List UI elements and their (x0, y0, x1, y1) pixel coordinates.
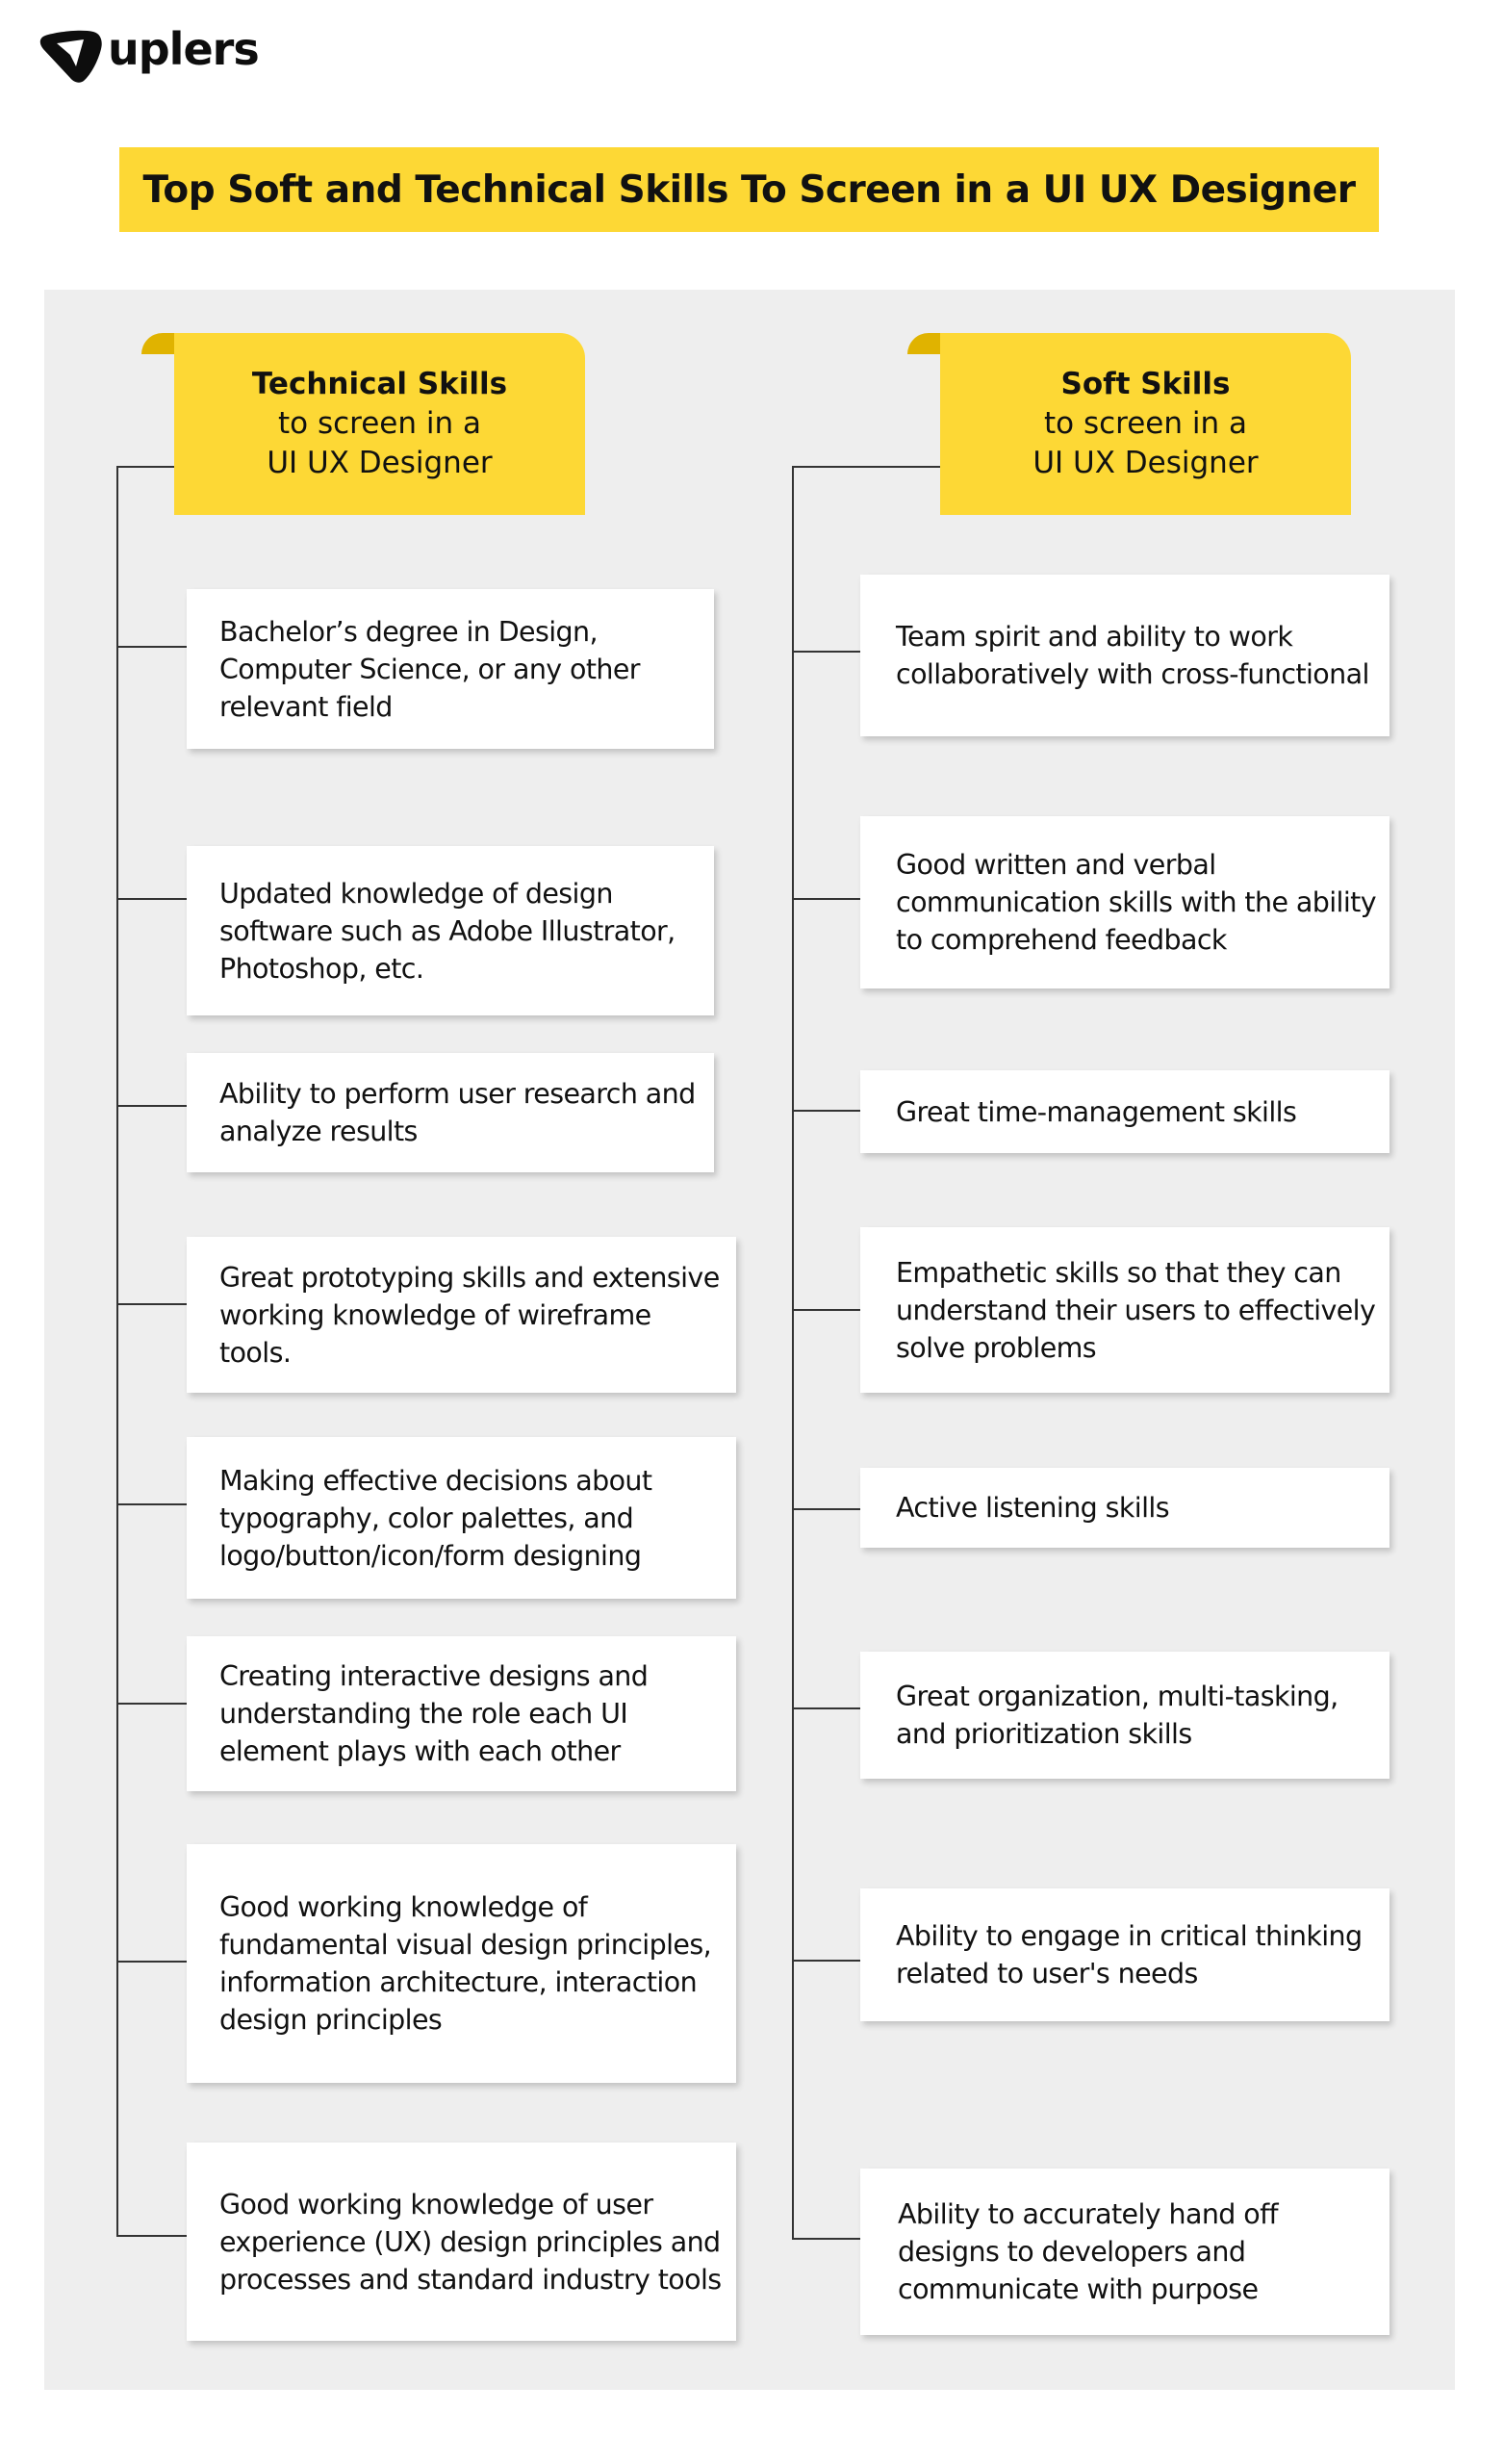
soft-skill-card: Great time-management skills (860, 1070, 1389, 1153)
technical-connector (116, 646, 187, 648)
technical-skill-card: Creating interactive designs and underst… (187, 1636, 736, 1791)
soft-skill-card: Active listening skills (860, 1468, 1389, 1548)
soft-connector (792, 1508, 860, 1510)
soft-tree-trunk (792, 466, 794, 2239)
technical-skill-card: Ability to perform user research and ana… (187, 1053, 714, 1172)
soft-skill-card: Ability to engage in critical thinking r… (860, 1888, 1389, 2021)
soft-heading-line3: UI UX Designer (1032, 446, 1259, 480)
uplers-logo-icon (39, 30, 102, 83)
technical-skills-header: Technical Skills to screen in a UI UX De… (174, 333, 585, 515)
technical-skill-card: Good working knowledge of user experienc… (187, 2143, 736, 2341)
technical-connector (116, 2235, 187, 2237)
technical-skill-card: Bachelor’s degree in Design, Computer Sc… (187, 589, 714, 749)
technical-connector (116, 1303, 187, 1305)
soft-heading-line2: to screen in a (1044, 406, 1247, 441)
technical-heading-bold: Technical Skills (251, 367, 508, 401)
technical-heading-line2: to screen in a (278, 406, 481, 441)
technical-skill-card: Good working knowledge of fundamental vi… (187, 1844, 736, 2083)
soft-skill-card: Empathetic skills so that they can under… (860, 1227, 1389, 1393)
technical-connector (116, 1703, 187, 1705)
soft-skill-card: Team spirit and ability to work collabor… (860, 575, 1389, 736)
technical-skill-card: Great prototyping skills and extensive w… (187, 1237, 736, 1393)
soft-header-connector (792, 466, 940, 468)
soft-connector (792, 1707, 860, 1709)
technical-tree-trunk (116, 466, 118, 2237)
soft-connector (792, 1309, 860, 1311)
soft-connector (792, 1110, 860, 1112)
technical-header-connector (116, 466, 174, 468)
soft-connector (792, 898, 860, 900)
soft-skill-card: Great organization, multi-tasking, and p… (860, 1652, 1389, 1779)
title-banner: Top Soft and Technical Skills To Screen … (119, 147, 1379, 232)
soft-connector (792, 2238, 860, 2240)
soft-skills-header: Soft Skills to screen in a UI UX Designe… (940, 333, 1351, 515)
technical-connector (116, 1961, 187, 1963)
technical-heading-line3: UI UX Designer (267, 446, 493, 480)
soft-connector (792, 1960, 860, 1962)
technical-connector (116, 1503, 187, 1505)
soft-skill-card: Good written and verbal communication sk… (860, 816, 1389, 988)
page-title: Top Soft and Technical Skills To Screen … (142, 167, 1356, 212)
technical-skill-card: Making effective decisions about typogra… (187, 1437, 736, 1599)
soft-heading-bold: Soft Skills (1060, 367, 1231, 401)
brand-name: uplers (108, 23, 260, 75)
technical-skill-card: Updated knowledge of design software suc… (187, 846, 714, 1015)
technical-connector (116, 1105, 187, 1107)
technical-connector (116, 898, 187, 900)
soft-connector (792, 651, 860, 653)
soft-skill-card: Ability to accurately hand off designs t… (860, 2169, 1389, 2335)
